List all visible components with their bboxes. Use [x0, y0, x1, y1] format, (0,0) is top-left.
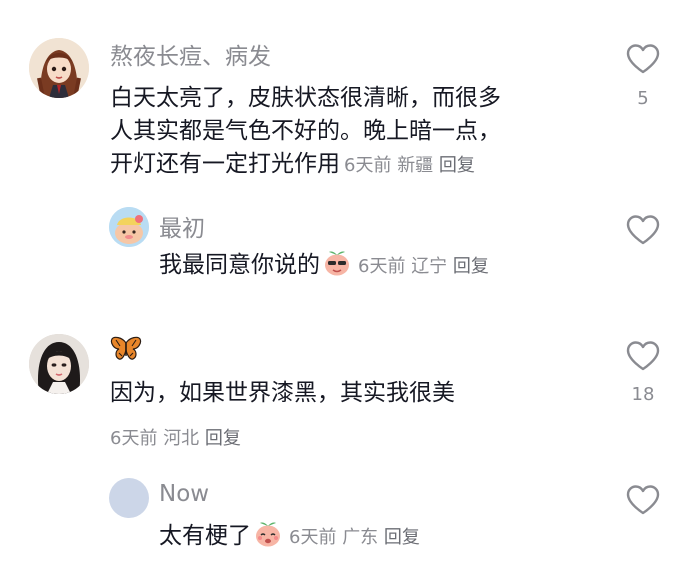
reply-meta: 6天前 广东 回复 — [289, 527, 420, 548]
heart-outline-icon — [626, 341, 660, 371]
peach-emoji-icon — [325, 251, 349, 276]
butterfly-icon — [110, 336, 142, 360]
comment-location: 新疆 — [397, 155, 434, 176]
reply-button[interactable]: 回复 — [453, 256, 489, 277]
reply-button[interactable]: 回复 — [205, 428, 241, 449]
like-button[interactable] — [623, 43, 663, 79]
heart-outline-icon — [626, 215, 660, 245]
reply-text: 太有梗了 — [159, 523, 251, 549]
reply-time: 6天前 — [358, 256, 406, 277]
reply-location: 辽宁 — [411, 256, 448, 277]
reply-username[interactable]: 最初 — [159, 209, 205, 243]
reply-text: 我最同意你说的 — [159, 252, 320, 278]
reply-text-line: 太有梗了 6天前 广东 回复 — [159, 520, 420, 554]
comment-text-line: 白天太亮了，皮肤状态很清晰，而很多 — [110, 85, 501, 111]
like-button[interactable] — [623, 214, 663, 250]
comment-username[interactable]: 熬夜长痘、病发 — [110, 37, 271, 71]
heart-outline-icon — [626, 485, 660, 515]
comment-time: 6天前 — [110, 428, 158, 449]
comment-item: 因为，如果世界漆黑，其实我很美 6天前 河北 回复 18 Now 太有梗了 6天前… — [0, 320, 690, 578]
like-button[interactable] — [623, 340, 663, 376]
reply-button[interactable]: 回复 — [384, 527, 420, 548]
reply-button[interactable]: 回复 — [439, 155, 475, 176]
heart-outline-icon — [626, 44, 660, 74]
avatar[interactable] — [29, 38, 89, 98]
comment-username[interactable] — [110, 335, 142, 367]
comment-meta: 6天前 新疆 回复 — [344, 155, 475, 176]
comment-meta: 6天前 河北 回复 — [110, 424, 241, 450]
reply-username[interactable]: Now — [159, 481, 209, 507]
reply-meta: 6天前 辽宁 回复 — [358, 256, 489, 277]
comment-time: 6天前 — [344, 155, 392, 176]
reply-avatar[interactable] — [109, 207, 149, 247]
comment-last-line: 开灯还有一定打光作用 6天前 新疆 回复 — [110, 148, 590, 182]
reply-text-line: 我最同意你说的 6天前 辽宁 回复 — [159, 249, 489, 283]
like-button[interactable] — [623, 484, 663, 520]
reply-location: 广东 — [342, 527, 379, 548]
comment-text: 因为，如果世界漆黑，其实我很美 — [110, 380, 455, 406]
peach-emoji-icon — [256, 522, 280, 547]
reply-avatar[interactable] — [109, 478, 149, 518]
like-count: 18 — [631, 384, 655, 405]
comment-location: 河北 — [163, 428, 200, 449]
like-count: 5 — [637, 88, 649, 109]
comment-text-line: 人其实都是气色不好的。晚上暗一点， — [110, 118, 501, 144]
comment-text-line: 开灯还有一定打光作用 — [110, 151, 340, 177]
avatar[interactable] — [29, 334, 89, 394]
comment-item: 熬夜长痘、病发 白天太亮了，皮肤状态很清晰，而很多 人其实都是气色不好的。晚上暗… — [0, 0, 690, 320]
comment-text: 白天太亮了，皮肤状态很清晰，而很多 人其实都是气色不好的。晚上暗一点， 开灯还有… — [110, 82, 590, 182]
reply-time: 6天前 — [289, 527, 337, 548]
